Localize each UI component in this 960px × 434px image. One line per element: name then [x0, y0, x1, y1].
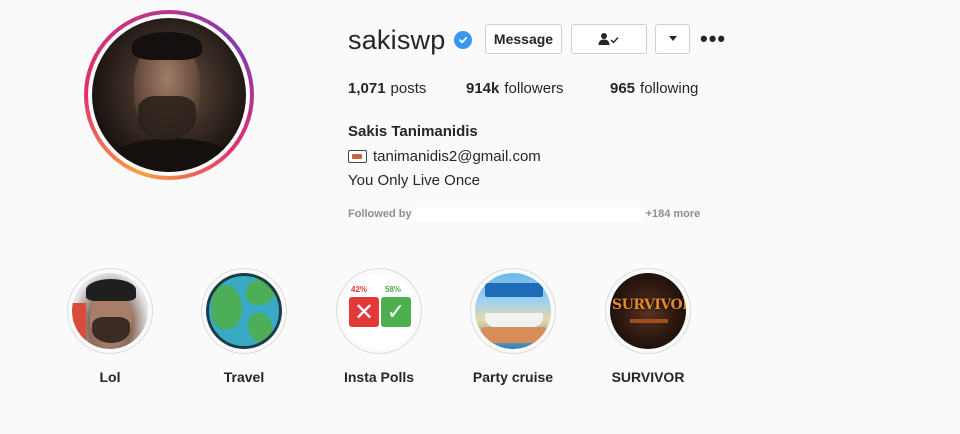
- avatar-hair: [132, 32, 202, 60]
- full-name: Sakis Tanimanidis: [348, 123, 478, 140]
- redacted-names: [415, 207, 644, 221]
- following-label: following: [640, 80, 699, 97]
- highlight-cover-frame: [201, 268, 287, 354]
- highlight-cover-frame: [67, 268, 153, 354]
- profile-stats: 1,071 posts 914k followers 965 following: [348, 80, 698, 97]
- following-button[interactable]: [571, 24, 647, 54]
- profile-avatar[interactable]: [92, 18, 246, 172]
- following-count: 965: [610, 80, 636, 97]
- highlight-label: SURVIVOR: [611, 369, 685, 385]
- cover-logo-underline: [630, 319, 668, 323]
- avatar-frame: [88, 14, 250, 176]
- followed-by[interactable]: Followed by +184 more: [348, 207, 700, 221]
- highlight-label: Party cruise: [472, 369, 554, 385]
- verified-badge-icon: [454, 31, 473, 49]
- followed-by-more: +184 more: [645, 208, 701, 220]
- triangle-down-icon: [668, 36, 677, 41]
- cover-banner: [485, 283, 543, 297]
- poll-left-percent: 42%: [351, 285, 368, 294]
- posts-stat: 1,071 posts: [348, 80, 466, 97]
- followers-stat[interactable]: 914k followers: [466, 80, 610, 97]
- survivor-logo: SURVIVOR: [612, 297, 686, 313]
- profile-header: sakiswp: [348, 24, 473, 56]
- highlight-cover-frame: 42% 58% ✕ ✓: [336, 268, 422, 354]
- avatar-beard: [138, 96, 196, 140]
- following-stat[interactable]: 965 following: [610, 80, 698, 97]
- profile-avatar-ring[interactable]: [84, 10, 254, 180]
- highlight-label: Lol: [99, 369, 121, 385]
- cover-ship: [485, 313, 543, 327]
- followers-label: followers: [504, 80, 564, 97]
- highlight-lol[interactable]: Lol: [64, 268, 156, 385]
- cover-crowd: [481, 327, 547, 343]
- cover-detail: [72, 303, 86, 349]
- highlight-cover-frame: [470, 268, 556, 354]
- globe-icon: [206, 273, 282, 349]
- cross-icon: ✕: [349, 297, 379, 327]
- suggested-dropdown-button[interactable]: [655, 24, 690, 54]
- message-button[interactable]: Message: [485, 24, 562, 54]
- highlight-insta-polls[interactable]: 42% 58% ✕ ✓ Insta Polls: [333, 268, 425, 385]
- highlight-cover-party: [475, 273, 551, 349]
- highlight-label: Insta Polls: [343, 369, 415, 385]
- highlight-label: Travel: [223, 369, 265, 385]
- followers-count: 914k: [466, 80, 500, 97]
- bio-text: You Only Live Once: [348, 172, 481, 189]
- bio-email: tanimanidis2@gmail.com: [373, 148, 541, 165]
- person-check-icon: [598, 33, 619, 45]
- highlight-cover-polls: 42% 58% ✕ ✓: [341, 273, 417, 349]
- highlight-cover-lol: [72, 273, 148, 349]
- cover-beard: [92, 317, 130, 343]
- username: sakiswp: [348, 24, 446, 55]
- posts-label: posts: [390, 80, 427, 97]
- highlight-cover-frame: SURVIVOR: [605, 268, 691, 354]
- globe-outline: [206, 273, 282, 349]
- cover-cap: [86, 279, 136, 301]
- highlight-travel[interactable]: Travel: [198, 268, 290, 385]
- highlight-cover-survivor: SURVIVOR: [610, 273, 686, 349]
- followed-by-prefix: Followed by: [348, 208, 412, 220]
- email-emoji-icon: [348, 150, 367, 163]
- avatar-shoulders: [102, 138, 242, 172]
- posts-count: 1,071: [348, 80, 386, 97]
- highlight-survivor[interactable]: SURVIVOR SURVIVOR: [602, 268, 694, 385]
- more-options-icon[interactable]: •••: [700, 28, 726, 50]
- poll-right-percent: 58%: [385, 285, 402, 294]
- checkmark-icon: ✓: [381, 297, 411, 327]
- bio-email-line: tanimanidis2@gmail.com: [348, 148, 541, 165]
- highlight-party-cruise[interactable]: Party cruise: [467, 268, 559, 385]
